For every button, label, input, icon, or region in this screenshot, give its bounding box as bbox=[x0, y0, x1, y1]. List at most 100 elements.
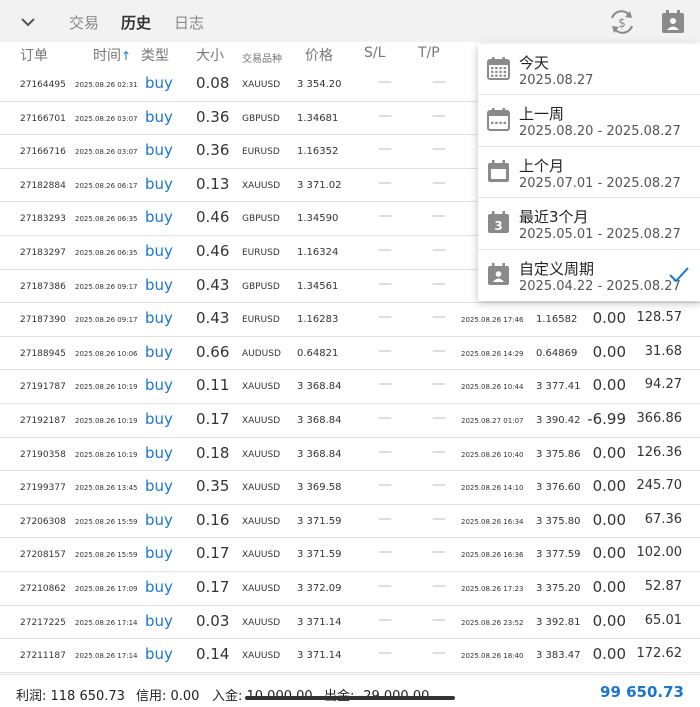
profit-cell: 245.70 bbox=[636, 478, 683, 494]
table-row[interactable]: 27191787 2025.08.26 10:19 buy 0.11 XAUUSD 3 3… bbox=[0, 370, 700, 404]
price-cell: 3 372.09 bbox=[297, 582, 342, 594]
sl-cell: — bbox=[378, 275, 392, 292]
table-row[interactable]: 27192187 2025.08.26 10:19 buy 0.17 XAUUSD 3 3… bbox=[0, 404, 700, 438]
period-option[interactable]: 上个月 2025.07.01 - 2025.08.27 bbox=[478, 147, 700, 199]
close-time-cell: 2025.08.26 18:40 bbox=[461, 652, 524, 661]
summary-footer: 利润: 118 650.73 信用: 0.00 入金: 10 000.00 出金… bbox=[0, 674, 700, 707]
column-tp[interactable]: T/P bbox=[418, 45, 440, 61]
column-sl[interactable]: S/L bbox=[364, 45, 385, 61]
tab-journal[interactable]: 日志 bbox=[174, 12, 204, 33]
size-cell: 0.13 bbox=[196, 174, 230, 193]
currency-exchange-icon[interactable]: $ bbox=[608, 8, 636, 36]
column-price[interactable]: 价格 bbox=[305, 45, 333, 65]
size-cell: 0.66 bbox=[196, 342, 230, 361]
close-price-cell: 3 375.86 bbox=[536, 448, 581, 460]
sl-cell: — bbox=[378, 409, 392, 426]
period-title: 今天 bbox=[519, 54, 550, 72]
column-type[interactable]: 类型 bbox=[141, 45, 169, 65]
table-row[interactable]: 27190358 2025.08.26 10:19 buy 0.18 XAUUSD 3 3… bbox=[0, 438, 700, 472]
type-cell: buy bbox=[145, 208, 173, 227]
symbol-cell: XAUUSD bbox=[242, 180, 281, 191]
order-cell: 27164495 bbox=[20, 80, 66, 90]
checkmark-icon bbox=[669, 266, 689, 283]
close-time-cell: 2025.08.26 10:44 bbox=[461, 383, 524, 392]
swap-cell: 0.00 bbox=[592, 645, 626, 664]
table-row[interactable]: 27199377 2025.08.26 13:45 buy 0.35 XAUUSD 3 3… bbox=[0, 471, 700, 505]
tp-cell: — bbox=[432, 309, 446, 326]
period-option[interactable]: 自定义周期 2025.04.22 - 2025.08.27 bbox=[478, 250, 700, 301]
price-cell: 3 368.84 bbox=[297, 414, 342, 426]
column-time[interactable]: 时间↑ bbox=[93, 45, 131, 65]
chevron-down-icon[interactable] bbox=[18, 12, 38, 32]
column-size[interactable]: 大小 bbox=[196, 45, 224, 65]
swap-cell: 0.00 bbox=[592, 309, 626, 328]
symbol-cell: XAUUSD bbox=[242, 617, 281, 628]
column-symbol[interactable]: 交易品种 bbox=[242, 50, 282, 65]
order-cell: 27191787 bbox=[20, 382, 66, 393]
table-row[interactable]: 27217225 2025.08.26 17:14 buy 0.03 XAUUSD 3 3… bbox=[0, 606, 700, 640]
type-cell: buy bbox=[145, 443, 173, 462]
tab-trade[interactable]: 交易 bbox=[69, 12, 99, 33]
open-time-cell: 2025.08.26 10:06 bbox=[75, 349, 138, 358]
sl-cell: — bbox=[378, 611, 392, 628]
period-option[interactable]: 今天 2025.08.27 bbox=[478, 44, 700, 96]
table-row[interactable]: 27208157 2025.08.26 15:59 buy 0.17 XAUUSD 3 3… bbox=[0, 538, 700, 572]
period-title: 最近3个月 bbox=[519, 208, 589, 227]
close-price-cell: 1.16582 bbox=[536, 314, 578, 326]
type-cell: buy bbox=[145, 275, 173, 294]
tp-cell: — bbox=[432, 275, 446, 292]
type-cell: buy bbox=[145, 611, 173, 630]
close-price-cell: 3 390.42 bbox=[536, 414, 581, 426]
table-row[interactable]: 27210862 2025.08.26 17:09 buy 0.17 XAUUSD 3 3… bbox=[0, 572, 700, 606]
period-range: 2025.07.01 - 2025.08.27 bbox=[519, 175, 681, 191]
column-order[interactable]: 订单 bbox=[20, 45, 48, 65]
symbol-cell: XAUUSD bbox=[242, 651, 281, 662]
size-cell: 0.35 bbox=[196, 477, 230, 496]
tp-cell: — bbox=[432, 409, 446, 426]
close-price-cell: 3 376.60 bbox=[536, 482, 581, 494]
table-row[interactable]: 27187390 2025.08.26 09:17 buy 0.43 EURUSD 1.1… bbox=[0, 303, 700, 337]
size-cell: 0.43 bbox=[196, 275, 230, 294]
open-time-cell: 2025.08.26 02:31 bbox=[75, 81, 138, 89]
order-cell: 27166701 bbox=[20, 113, 66, 124]
open-time-cell: 2025.08.26 10:19 bbox=[75, 383, 138, 392]
order-cell: 27199377 bbox=[20, 483, 66, 494]
size-cell: 0.18 bbox=[196, 443, 230, 462]
open-time-cell: 2025.08.26 17:14 bbox=[75, 618, 138, 627]
period-title: 自定义周期 bbox=[519, 259, 595, 278]
open-time-cell: 2025.08.26 06:17 bbox=[75, 181, 138, 190]
price-cell: 3 368.84 bbox=[297, 381, 342, 393]
price-cell: 1.16283 bbox=[297, 314, 339, 326]
symbol-cell: GBPUSD bbox=[242, 214, 280, 225]
tab-history[interactable]: 历史 bbox=[121, 12, 151, 33]
tp-cell: — bbox=[432, 577, 446, 594]
calendar-person-icon[interactable] bbox=[659, 8, 687, 36]
swap-cell: 0.00 bbox=[592, 577, 626, 596]
tp-cell: — bbox=[432, 241, 446, 258]
home-indicator[interactable] bbox=[245, 696, 455, 700]
tp-cell: — bbox=[432, 208, 446, 225]
period-option[interactable]: 3 最近3个月 2025.05.01 - 2025.08.27 bbox=[478, 198, 700, 250]
price-cell: 3 371.59 bbox=[297, 515, 342, 527]
order-cell: 27183293 bbox=[20, 214, 66, 225]
close-price-cell: 3 375.20 bbox=[536, 582, 581, 594]
price-cell: 3 354.20 bbox=[297, 79, 342, 90]
profit-cell: 172.62 bbox=[636, 646, 683, 662]
profit-cell: 366.86 bbox=[636, 410, 683, 426]
type-cell: buy bbox=[145, 510, 173, 529]
table-row[interactable]: 27206308 2025.08.26 15:59 buy 0.16 XAUUSD 3 3… bbox=[0, 505, 700, 539]
symbol-cell: EURUSD bbox=[242, 315, 280, 326]
symbol-cell: XAUUSD bbox=[242, 449, 281, 460]
symbol-cell: XAUUSD bbox=[242, 415, 281, 426]
size-cell: 0.14 bbox=[196, 645, 230, 664]
open-time-cell: 2025.08.26 13:45 bbox=[75, 484, 138, 493]
period-option[interactable]: 上一周 2025.08.20 - 2025.08.27 bbox=[478, 95, 700, 147]
type-cell: buy bbox=[145, 409, 173, 428]
tp-cell: — bbox=[432, 342, 446, 359]
period-title: 上个月 bbox=[519, 156, 565, 175]
close-time-cell: 2025.08.26 23:52 bbox=[461, 618, 524, 627]
swap-cell: 0.00 bbox=[592, 342, 626, 361]
price-cell: 3 368.84 bbox=[297, 448, 342, 460]
table-row[interactable]: 27188945 2025.08.26 10:06 buy 0.66 AUDUSD 0.6… bbox=[0, 337, 700, 371]
table-row[interactable]: 27211187 2025.08.26 17:14 buy 0.14 XAUUSD 3 3… bbox=[0, 639, 700, 673]
